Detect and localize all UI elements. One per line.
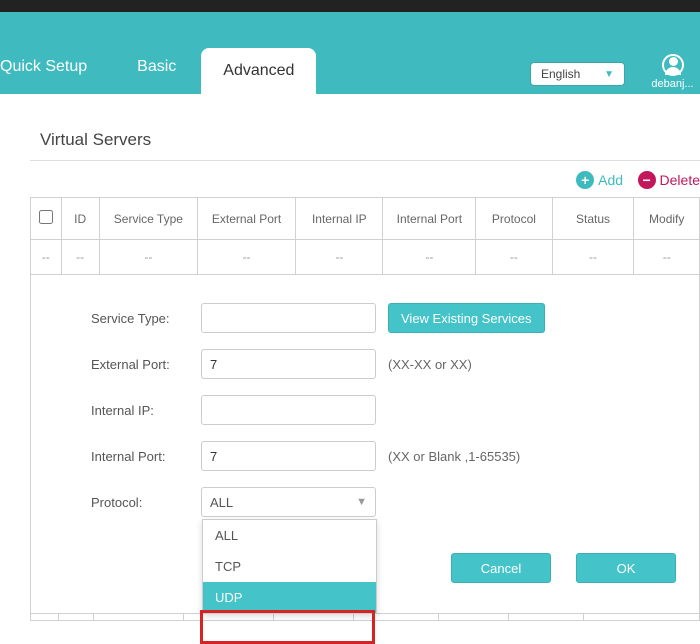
service-type-label: Service Type: <box>31 311 201 326</box>
col-service-type: Service Type <box>99 198 197 240</box>
external-port-label: External Port: <box>31 357 201 372</box>
delete-button[interactable]: − Delete <box>638 171 700 189</box>
external-port-input[interactable] <box>201 349 376 379</box>
page-title: Virtual Servers <box>0 94 700 160</box>
internal-ip-input[interactable] <box>201 395 376 425</box>
col-status: Status <box>552 198 634 240</box>
col-protocol: Protocol <box>476 198 552 240</box>
protocol-option-all[interactable]: ALL <box>203 520 376 551</box>
edit-form: Service Type: View Existing Services Ext… <box>30 275 700 614</box>
view-existing-button[interactable]: View Existing Services <box>388 303 545 333</box>
protocol-label: Protocol: <box>31 495 201 510</box>
delete-label: Delete <box>660 172 700 188</box>
advanced-tab[interactable]: Advanced <box>201 48 316 94</box>
caret-down-icon: ▼ <box>356 496 367 508</box>
add-label: Add <box>598 172 623 188</box>
cancel-button[interactable]: Cancel <box>451 553 551 583</box>
header-checkbox-cell <box>31 198 62 240</box>
col-id: ID <box>61 198 99 240</box>
select-all-checkbox[interactable] <box>39 210 53 224</box>
internal-port-label: Internal Port: <box>31 449 201 464</box>
top-header: Quick Setup Basic Advanced English ▼ deb… <box>0 12 700 94</box>
protocol-option-tcp[interactable]: TCP <box>203 551 376 582</box>
col-internal-port: Internal Port <box>383 198 476 240</box>
user-menu[interactable]: debanj... <box>645 54 700 90</box>
quick-setup-tab[interactable]: Quick Setup <box>0 48 112 94</box>
col-internal-ip: Internal IP <box>296 198 383 240</box>
ok-button[interactable]: OK <box>576 553 676 583</box>
internal-ip-label: Internal IP: <box>31 403 201 418</box>
internal-port-hint: (XX or Blank ,1-65535) <box>388 449 520 464</box>
add-button[interactable]: + Add <box>576 171 623 189</box>
protocol-selected-value: ALL <box>210 495 233 510</box>
virtual-servers-table: ID Service Type External Port Internal I… <box>30 197 700 275</box>
col-modify: Modify <box>634 198 700 240</box>
plus-icon: + <box>576 171 594 189</box>
protocol-dropdown: ALL TCP UDP <box>202 519 377 614</box>
language-select[interactable]: English ▼ <box>530 62 625 86</box>
language-value: English <box>541 67 580 81</box>
basic-tab[interactable]: Basic <box>112 48 201 94</box>
avatar-icon <box>662 54 684 76</box>
internal-port-input[interactable] <box>201 441 376 471</box>
protocol-select[interactable]: ALL ▼ ALL TCP UDP <box>201 487 376 517</box>
minus-icon: − <box>638 171 656 189</box>
chevron-down-icon: ▼ <box>604 69 614 80</box>
service-type-input[interactable] <box>201 303 376 333</box>
table-row: -- -- -- -- -- -- -- -- -- <box>31 240 700 275</box>
external-port-hint: (XX-XX or XX) <box>388 357 472 372</box>
table-footer-row <box>30 614 700 621</box>
username-label: debanj... <box>645 78 700 90</box>
protocol-option-udp[interactable]: UDP <box>203 582 376 613</box>
col-external-port: External Port <box>197 198 295 240</box>
